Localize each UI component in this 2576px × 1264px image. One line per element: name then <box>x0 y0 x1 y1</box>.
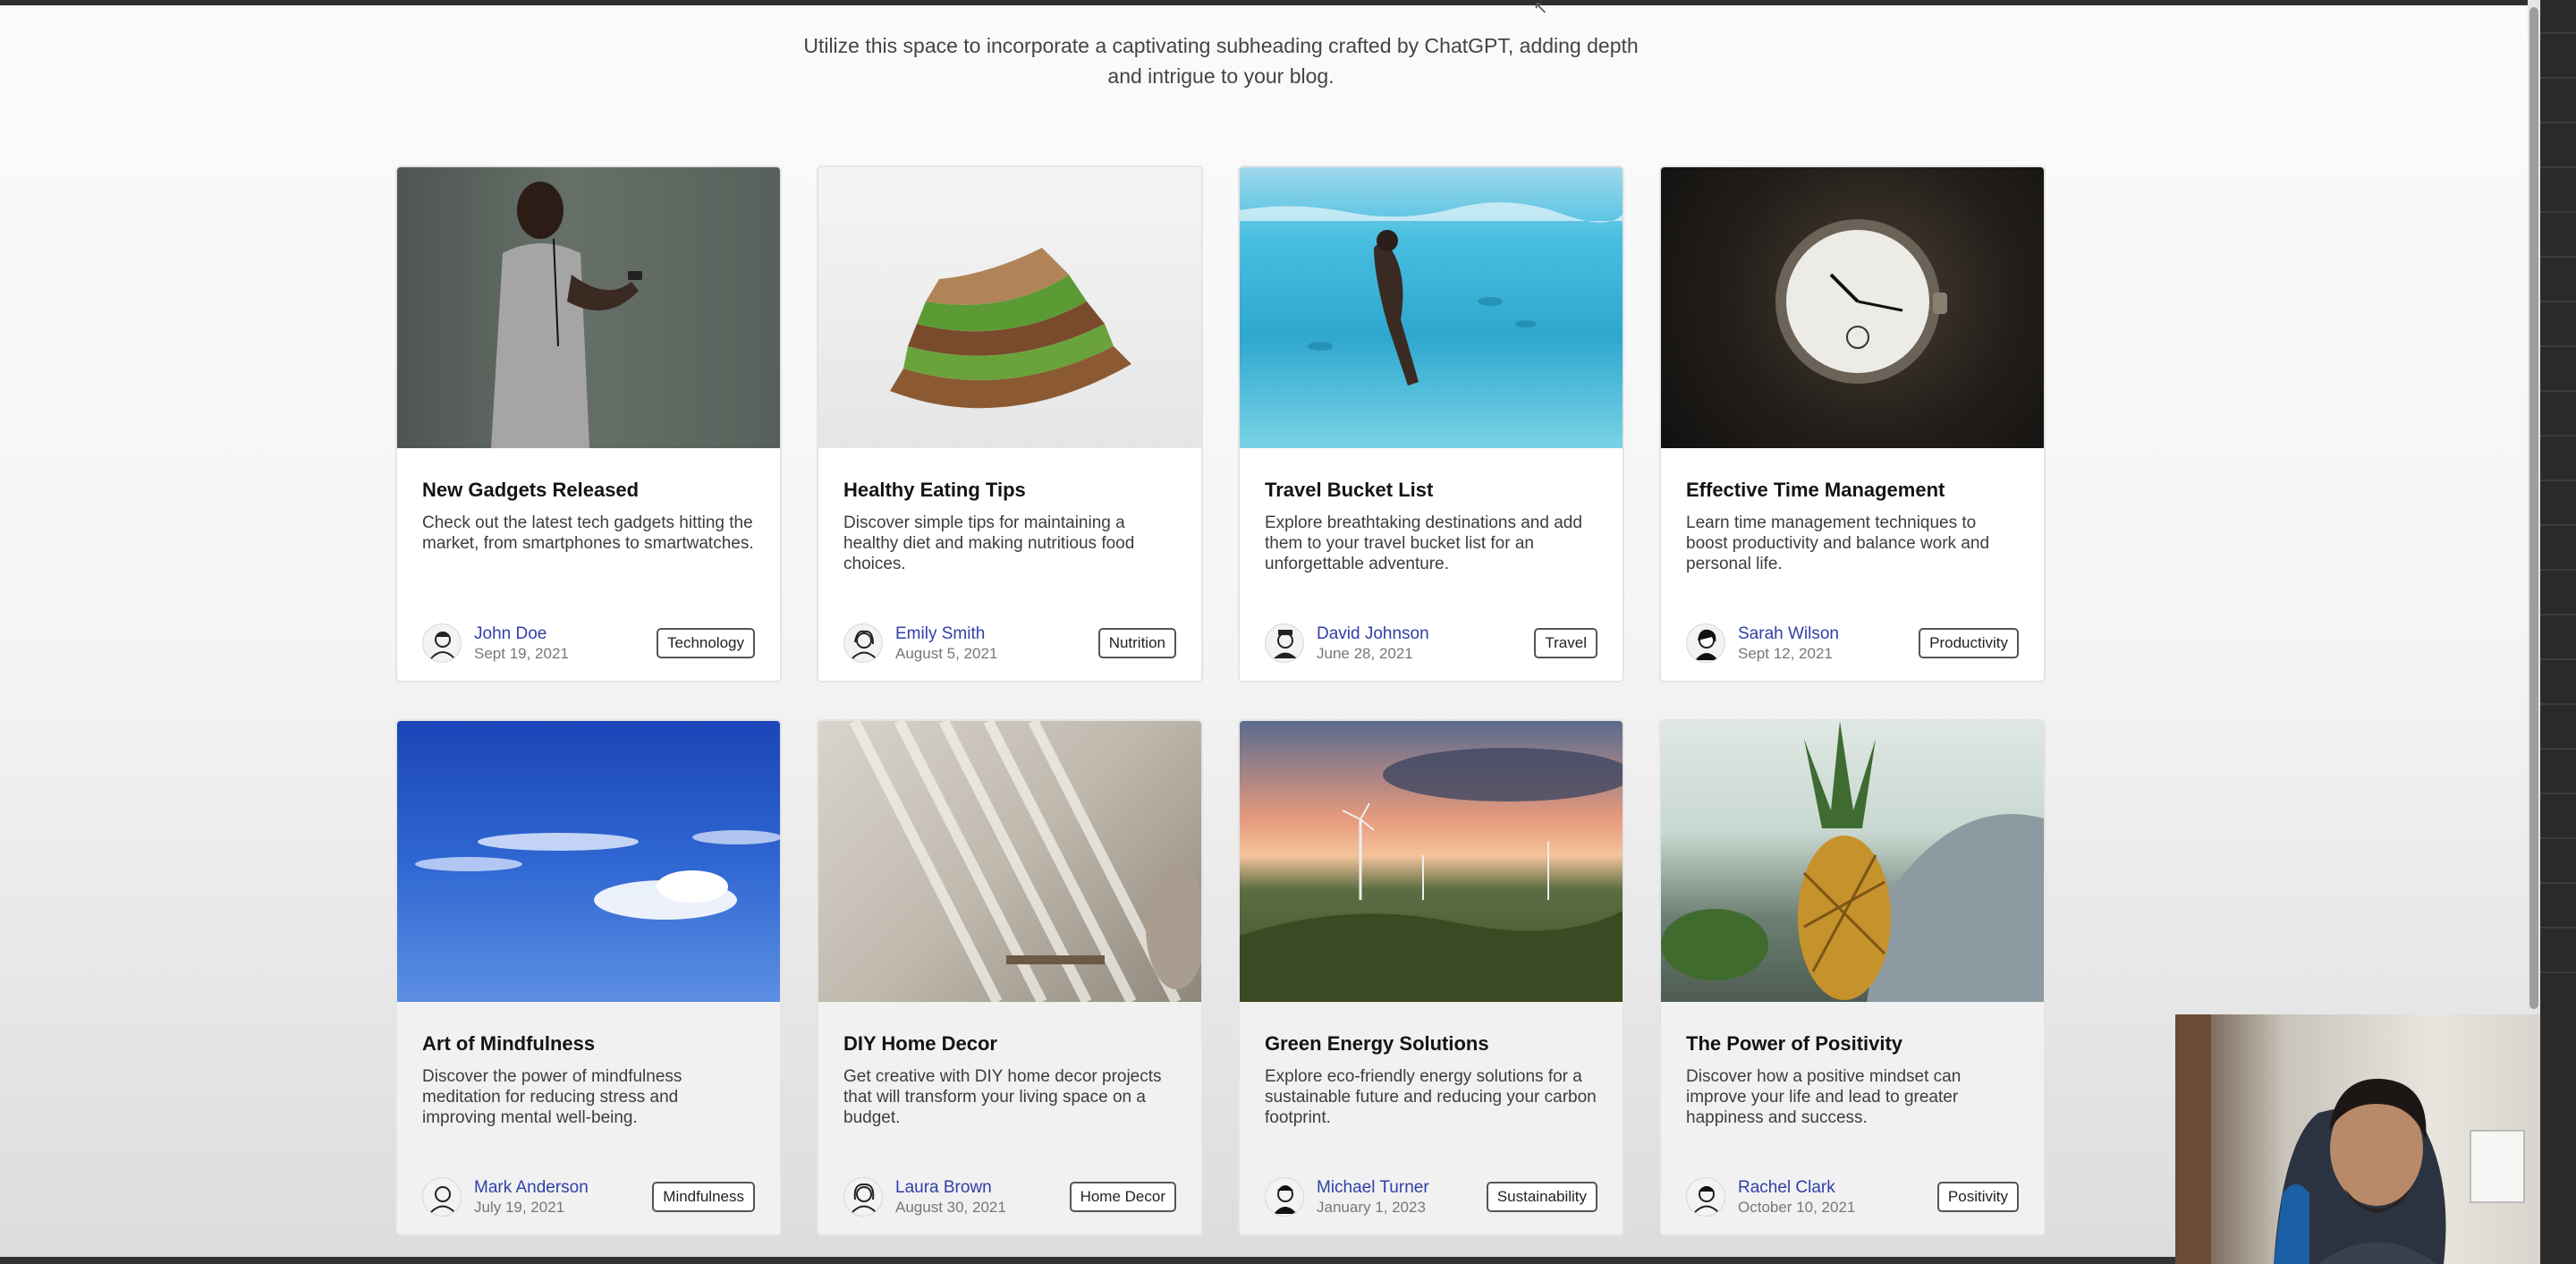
post-meta: Mark Anderson July 19, 2021 Mindfulness <box>397 1177 780 1217</box>
post-date: August 5, 2021 <box>895 645 998 662</box>
window-bottom-edge <box>0 1257 2540 1264</box>
author-avatar <box>1265 1177 1304 1217</box>
author-name-link[interactable]: David Johnson <box>1317 624 1429 644</box>
scrollbar-thumb[interactable] <box>2529 7 2538 1009</box>
post-image-sandwich[interactable] <box>818 167 1201 448</box>
post-date: Sept 19, 2021 <box>474 645 569 662</box>
post-title[interactable]: The Power of Positivity <box>1686 1032 2019 1056</box>
category-tag[interactable]: Technology <box>656 628 755 658</box>
author-name-link[interactable]: Sarah Wilson <box>1738 624 1839 644</box>
post-meta: Rachel Clark October 10, 2021 Positivity <box>1661 1177 2044 1217</box>
post-meta: Michael Turner January 1, 2023 Sustainab… <box>1240 1177 1623 1217</box>
blog-card[interactable]: Effective Time Management Learn time man… <box>1659 165 2046 683</box>
post-description: Learn time management techniques to boos… <box>1686 513 1990 573</box>
blog-card[interactable]: The Power of Positivity Discover how a p… <box>1659 719 2046 1236</box>
post-image-man-with-phone[interactable] <box>397 167 780 448</box>
post-image-swimmer[interactable] <box>1240 167 1623 448</box>
author-avatar <box>1686 624 1725 663</box>
post-description: Get creative with DIY home decor project… <box>843 1067 1162 1127</box>
post-description: Discover how a positive mindset can impr… <box>1686 1067 1962 1127</box>
category-tag[interactable]: Travel <box>1534 628 1597 658</box>
category-tag[interactable]: Nutrition <box>1097 628 1176 658</box>
post-image-clouds[interactable] <box>397 721 780 1002</box>
post-title[interactable]: New Gadgets Released <box>422 479 755 502</box>
side-panel-edge <box>2540 0 2576 1264</box>
author-name-link[interactable]: Michael Turner <box>1317 1177 1429 1198</box>
post-meta: Laura Brown August 30, 2021 Home Decor <box>818 1177 1201 1217</box>
category-tag[interactable]: Sustainability <box>1486 1182 1597 1212</box>
category-tag[interactable]: Positivity <box>1936 1182 2019 1212</box>
mouse-cursor-icon: ↖ <box>1533 0 1548 18</box>
post-description: Explore eco-friendly energy solutions fo… <box>1265 1067 1597 1127</box>
author-avatar <box>843 1177 883 1217</box>
post-date: August 30, 2021 <box>895 1199 1006 1216</box>
post-image-pocket-watch[interactable] <box>1661 167 2044 448</box>
author-avatar <box>422 624 462 663</box>
blog-card[interactable]: New Gadgets Released Check out the lates… <box>395 165 782 683</box>
post-description: Check out the latest tech gadgets hittin… <box>422 513 754 553</box>
post-description: Discover the power of mindfulness medita… <box>422 1067 682 1127</box>
post-title[interactable]: Healthy Eating Tips <box>843 479 1176 502</box>
post-title[interactable]: Green Energy Solutions <box>1265 1032 1597 1056</box>
post-image-wind-turbines[interactable] <box>1240 721 1623 1002</box>
author-name-link[interactable]: Emily Smith <box>895 624 997 644</box>
post-date: January 1, 2023 <box>1317 1199 1426 1216</box>
blog-card[interactable]: DIY Home Decor Get creative with DIY hom… <box>817 719 1203 1236</box>
post-date: October 10, 2021 <box>1738 1199 1856 1216</box>
post-date: July 19, 2021 <box>474 1199 565 1216</box>
author-name-link[interactable]: Mark Anderson <box>474 1177 589 1198</box>
post-meta: David Johnson June 28, 2021 Travel <box>1240 624 1623 663</box>
post-meta: Emily Smith August 5, 2021 Nutrition <box>818 624 1201 663</box>
webcam-overlay <box>2175 1014 2540 1264</box>
blog-subheading: Utilize this space to incorporate a capt… <box>803 34 1639 88</box>
post-title[interactable]: Travel Bucket List <box>1265 479 1597 502</box>
blog-card[interactable]: Healthy Eating Tips Discover simple tips… <box>817 165 1203 683</box>
category-tag[interactable]: Productivity <box>1919 628 2019 658</box>
category-tag[interactable]: Mindfulness <box>652 1182 755 1212</box>
post-date: Sept 12, 2021 <box>1738 645 1833 662</box>
post-date: June 28, 2021 <box>1317 645 1413 662</box>
post-image-pineapple[interactable] <box>1661 721 2044 1002</box>
blog-post-grid: New Gadgets Released Check out the lates… <box>395 165 2046 1236</box>
author-avatar <box>1265 624 1304 663</box>
blog-card[interactable]: Art of Mindfulness Discover the power of… <box>395 719 782 1236</box>
author-name-link[interactable]: John Doe <box>474 624 569 644</box>
post-title[interactable]: Art of Mindfulness <box>422 1032 755 1056</box>
author-avatar <box>843 624 883 663</box>
post-meta: Sarah Wilson Sept 12, 2021 Productivity <box>1661 624 2044 663</box>
post-meta: John Doe Sept 19, 2021 Technology <box>397 624 780 663</box>
category-tag[interactable]: Home Decor <box>1069 1182 1176 1212</box>
post-title[interactable]: Effective Time Management <box>1686 479 2019 502</box>
window-top-edge <box>0 0 2540 5</box>
author-name-link[interactable]: Rachel Clark <box>1738 1177 1855 1198</box>
post-description: Discover simple tips for maintaining a h… <box>843 513 1135 573</box>
post-description: Explore breathtaking destinations and ad… <box>1265 513 1582 573</box>
author-name-link[interactable]: Laura Brown <box>895 1177 1006 1198</box>
author-avatar <box>422 1177 462 1217</box>
post-image-home-decor[interactable] <box>818 721 1201 1002</box>
post-title[interactable]: DIY Home Decor <box>843 1032 1176 1056</box>
blog-card[interactable]: Green Energy Solutions Explore eco-frien… <box>1238 719 1624 1236</box>
blog-card[interactable]: Travel Bucket List Explore breathtaking … <box>1238 165 1624 683</box>
author-avatar <box>1686 1177 1725 1217</box>
